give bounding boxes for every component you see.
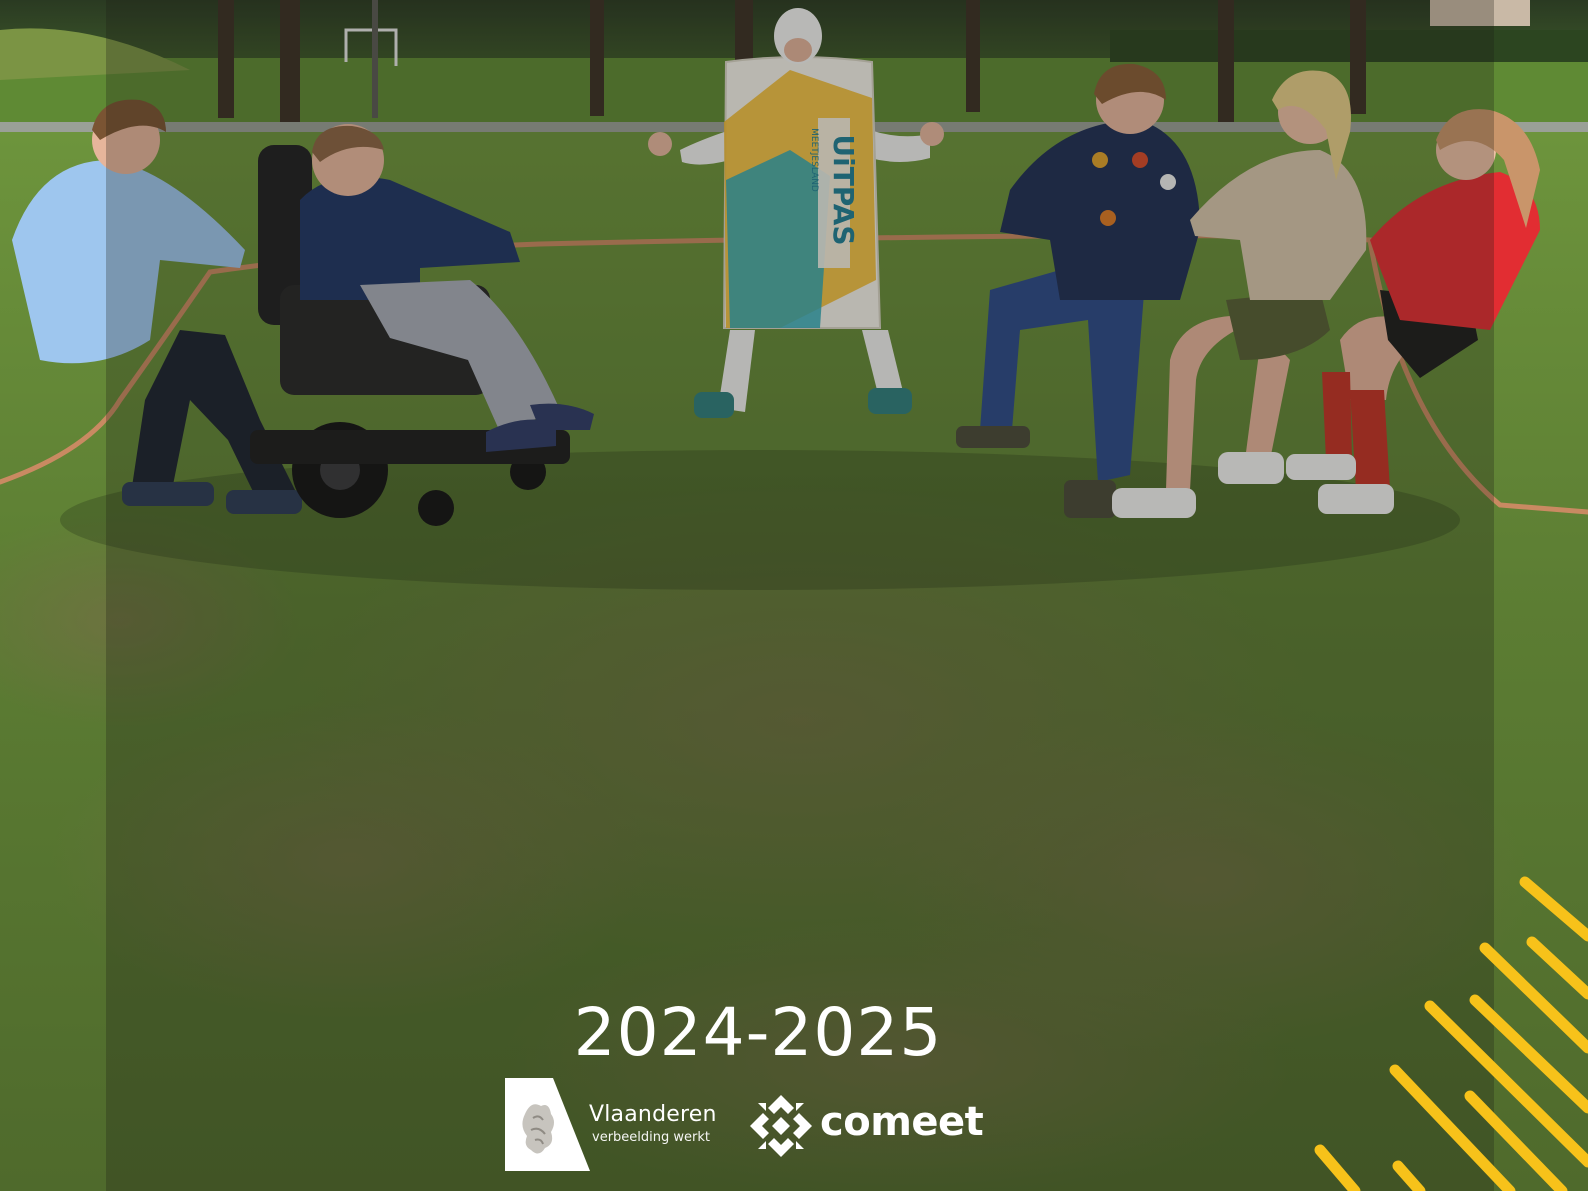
vlaanderen-tagline: verbeelding werkt: [592, 1130, 710, 1145]
logo-row: Vlaanderen verbeelding werkt comeet: [505, 1078, 1025, 1173]
yellow-stripes-decoration: [1314, 876, 1588, 1191]
school-year: 2024-2025: [573, 994, 943, 1071]
cover-page: UiTPAS MEETJESLAND 2024-2025 Vlaanderen …: [0, 0, 1588, 1191]
vlaanderen-lion-logo: [505, 1078, 590, 1171]
comeet-wordmark: comeet: [820, 1099, 984, 1145]
vlaanderen-wordmark: Vlaanderen: [589, 1102, 717, 1127]
comeet-logo-icon: [750, 1095, 812, 1157]
